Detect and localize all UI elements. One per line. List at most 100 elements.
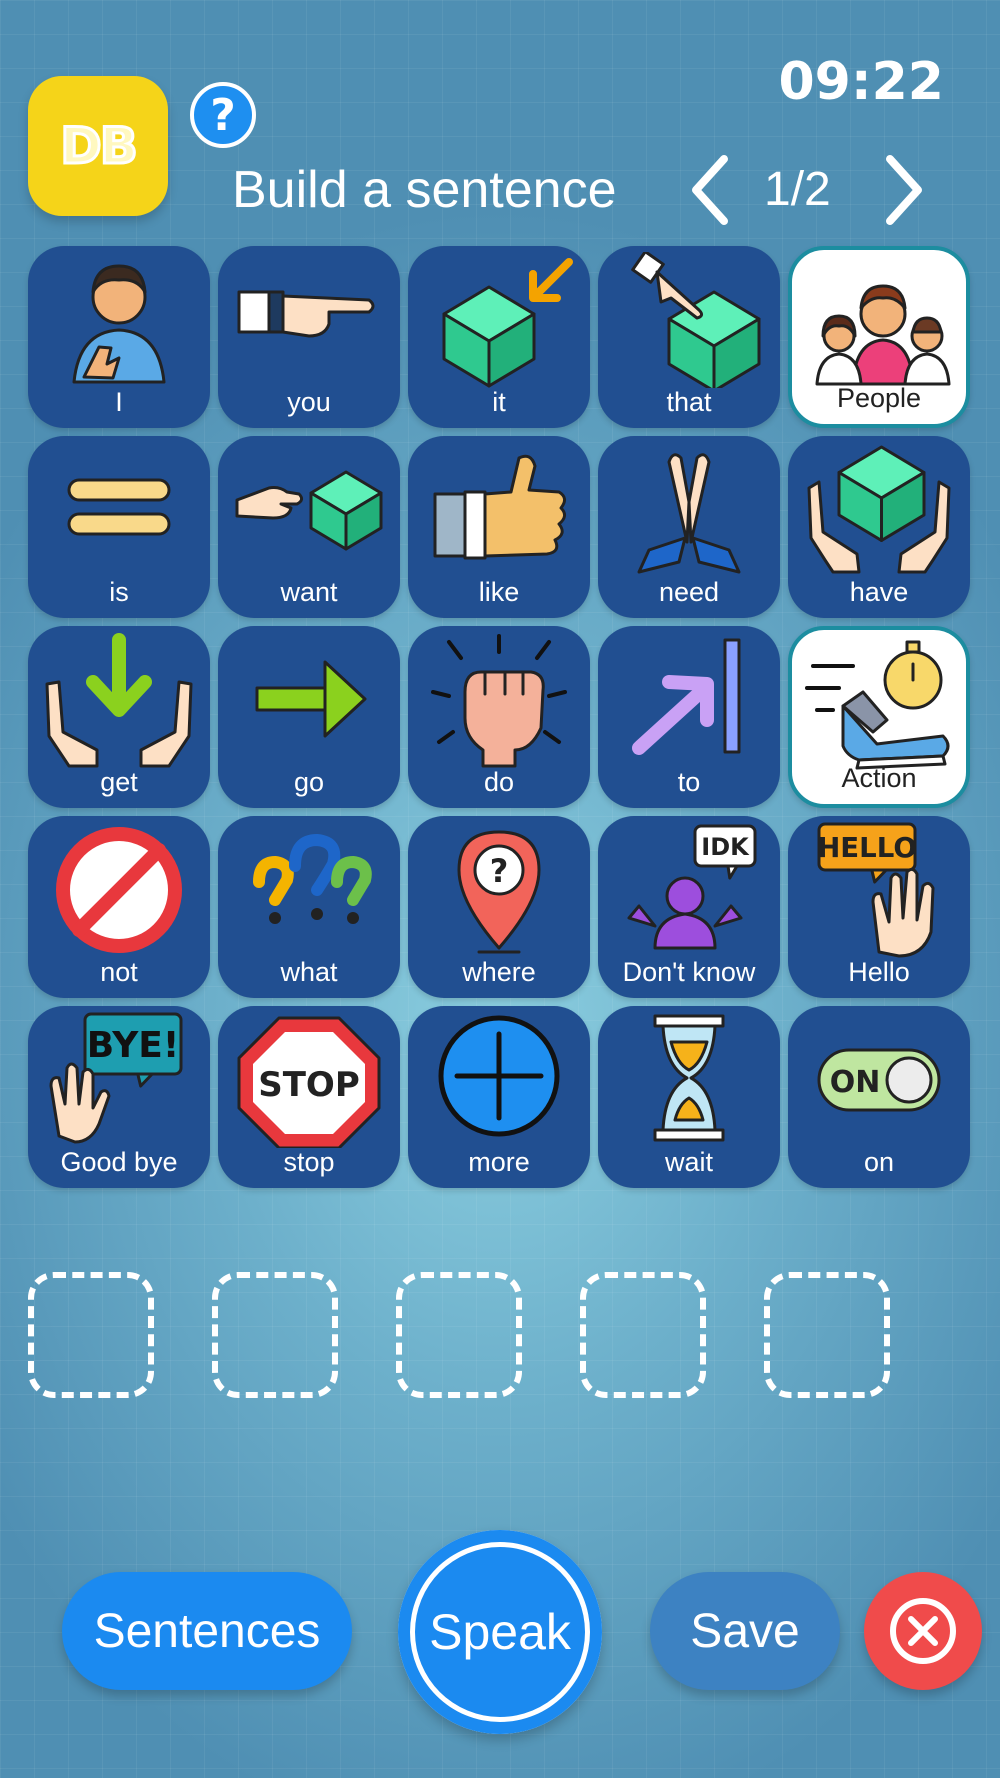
question-mark-icon: ?: [210, 89, 236, 141]
running-shoe-stopwatch-icon: [803, 636, 963, 770]
logo-text: DB: [59, 116, 140, 177]
speak-button[interactable]: Speak: [398, 1530, 602, 1734]
chevron-left-icon: [692, 155, 728, 225]
tile-label: I: [115, 387, 123, 417]
tile-label: not: [100, 957, 138, 987]
finger-on-cube-icon: [609, 250, 769, 393]
thumbs-up-icon: [419, 442, 579, 572]
sentence-slot[interactable]: [580, 1272, 706, 1398]
previous-page-button[interactable]: [680, 150, 740, 230]
sentence-slot[interactable]: [764, 1272, 890, 1398]
prohibited-icon: [39, 822, 199, 953]
svg-text:HELLO: HELLO: [817, 831, 917, 864]
tile-label: wait: [664, 1147, 713, 1177]
tile-label: on: [863, 1147, 895, 1177]
save-button[interactable]: Save: [650, 1572, 840, 1690]
word-tile[interactable]: what: [218, 816, 400, 998]
word-tile[interactable]: IDK Don't know: [598, 816, 780, 998]
tile-label: it: [492, 387, 506, 417]
word-tile[interactable]: HELLO Hello: [788, 816, 970, 998]
word-tile[interactable]: BYE! Good bye: [28, 1006, 210, 1188]
word-tile[interactable]: ON on: [788, 1006, 970, 1188]
app-logo[interactable]: DB: [28, 76, 168, 216]
cube-arrow-icon: [419, 252, 579, 388]
praying-hands-icon: [609, 442, 769, 574]
next-page-button[interactable]: [874, 150, 934, 230]
word-tile-grid: Iyou it that People is want like need have get go d…: [28, 246, 972, 1188]
word-tile[interactable]: go: [218, 626, 400, 808]
svg-text:BYE!: BYE!: [87, 1025, 180, 1066]
waving-hand-hello-icon: HELLO: [799, 822, 959, 958]
word-tile[interactable]: want: [218, 436, 400, 618]
tile-label: like: [478, 577, 520, 607]
category-tile[interactable]: People: [788, 246, 970, 428]
word-tile[interactable]: to: [598, 626, 780, 808]
word-tile[interactable]: not: [28, 816, 210, 998]
tile-label: do: [483, 767, 515, 797]
page-indicator: 1/2: [764, 163, 831, 216]
hand-pointing-icon: [229, 252, 389, 382]
word-tile[interactable]: that: [598, 246, 780, 428]
svg-text:IDK: IDK: [701, 833, 750, 861]
plus-circle-icon: [419, 1012, 579, 1142]
tile-label: more: [468, 1147, 530, 1177]
tile-label: get: [100, 767, 138, 797]
question-marks-icon: [229, 822, 389, 952]
word-tile[interactable]: I: [28, 246, 210, 428]
tile-label: need: [658, 577, 720, 607]
sentence-slot[interactable]: [212, 1272, 338, 1398]
svg-text:?: ?: [490, 852, 509, 890]
word-tile[interactable]: it: [408, 246, 590, 428]
close-circle-icon: [890, 1598, 956, 1664]
person-pointing-self-icon: [39, 252, 199, 384]
sentences-button[interactable]: Sentences: [62, 1572, 352, 1690]
word-tile[interactable]: more: [408, 1006, 590, 1188]
tile-label: Don't know: [622, 957, 756, 987]
tile-label: Good bye: [60, 1147, 178, 1177]
tile-label: you: [287, 387, 331, 417]
tile-label: have: [849, 577, 909, 607]
word-tile[interactable]: need: [598, 436, 780, 618]
shrugging-person-idk-icon: IDK: [609, 822, 769, 952]
word-tile[interactable]: you: [218, 246, 400, 428]
word-tile[interactable]: have: [788, 436, 970, 618]
tile-label: that: [666, 387, 712, 417]
svg-text:STOP: STOP: [258, 1065, 360, 1105]
word-tile[interactable]: like: [408, 436, 590, 618]
waving-hand-bye-icon: BYE!: [39, 1012, 199, 1144]
clock: 09:22: [778, 52, 944, 112]
sentence-strip: [28, 1272, 898, 1398]
raised-fist-icon: [419, 632, 579, 768]
hourglass-icon: [609, 1012, 769, 1142]
tile-label: People: [836, 383, 922, 413]
hands-receiving-arrow-icon: [39, 632, 199, 768]
category-tile[interactable]: Action: [788, 626, 970, 808]
help-button[interactable]: ?: [190, 82, 256, 148]
sentence-slot[interactable]: [28, 1272, 154, 1398]
word-tile[interactable]: do: [408, 626, 590, 808]
word-tile[interactable]: ? where: [408, 816, 590, 998]
word-tile[interactable]: get: [28, 626, 210, 808]
right-arrow-icon: [229, 632, 389, 762]
tile-label: Hello: [848, 957, 910, 987]
clear-button[interactable]: [864, 1572, 982, 1690]
sentence-slot[interactable]: [396, 1272, 522, 1398]
chevron-right-icon: [886, 155, 922, 225]
word-tile[interactable]: is: [28, 436, 210, 618]
tile-label: is: [109, 577, 129, 607]
word-tile[interactable]: wait: [598, 1006, 780, 1188]
hands-holding-cube-icon: [799, 442, 959, 574]
tile-label: to: [677, 767, 701, 797]
stop-sign-icon: STOP: [229, 1012, 389, 1150]
hand-reaching-cube-icon: [229, 442, 389, 572]
word-tile[interactable]: STOP stop: [218, 1006, 400, 1188]
tile-label: what: [280, 957, 338, 987]
arrow-to-line-icon: [609, 632, 769, 762]
toggle-on-icon: ON: [799, 1012, 959, 1142]
people-group-icon: [803, 256, 963, 386]
map-pin-question-icon: ?: [419, 822, 579, 954]
tile-label: Action: [841, 763, 917, 793]
tile-label: stop: [283, 1147, 335, 1177]
svg-text:ON: ON: [830, 1065, 881, 1100]
equals-icon: [39, 442, 199, 572]
